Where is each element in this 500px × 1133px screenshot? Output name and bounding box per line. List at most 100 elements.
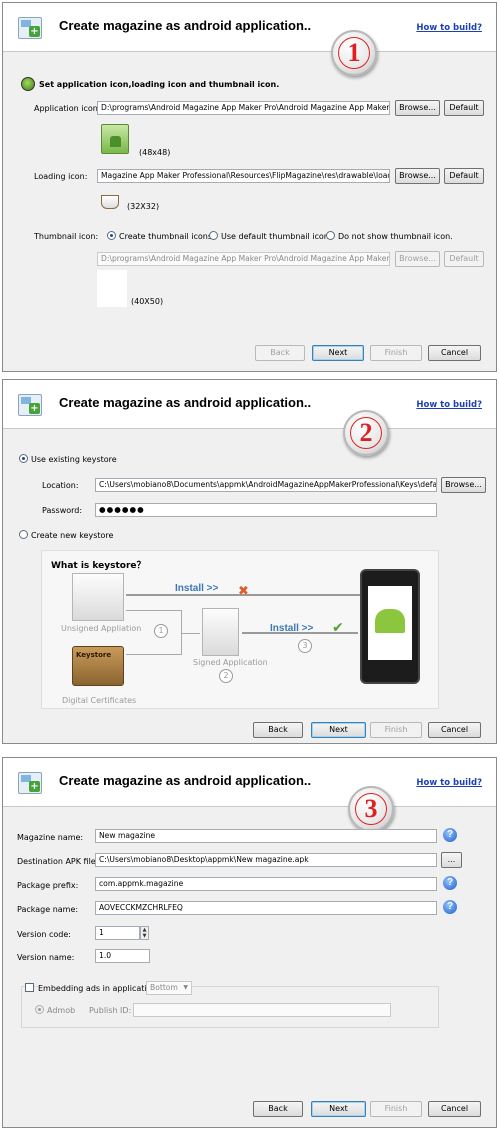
step-2-circle: 2 (219, 669, 233, 683)
location-label: Location: (42, 481, 79, 490)
finish-button[interactable]: Finish (370, 345, 422, 361)
thumbnail-preview (97, 270, 127, 307)
cancel-button[interactable]: Cancel (428, 1101, 481, 1117)
cancel-button[interactable]: Cancel (428, 345, 481, 361)
step-badge: 1 (331, 30, 377, 76)
default-button[interactable]: Default (444, 100, 484, 116)
app-wizard-icon: + (18, 17, 42, 39)
use-existing-keystore-radio[interactable] (19, 454, 28, 463)
thumbnail-icon-label: Thumbnail icon: (34, 232, 99, 241)
default-button[interactable]: Default (444, 251, 484, 267)
next-button[interactable]: Next (311, 1101, 366, 1117)
publish-id-field[interactable] (133, 1003, 391, 1017)
diagram-title: What is keystore？ (51, 561, 146, 571)
finish-button[interactable]: Finish (370, 722, 422, 738)
destination-apk-field[interactable]: C:\Users\mobiano8\Desktop\appmk\New maga… (95, 853, 437, 867)
back-button[interactable]: Back (253, 722, 303, 738)
back-button[interactable]: Back (255, 345, 305, 361)
application-icon-label: Application icon: (34, 104, 101, 113)
loading-icon-label: Loading icon: (34, 172, 88, 181)
browse-button[interactable]: Browse... (441, 477, 486, 493)
application-icon-preview (101, 124, 129, 154)
step-badge: 2 (343, 410, 389, 456)
publish-id-label: Publish ID: (89, 1006, 132, 1015)
location-field[interactable]: C:\Users\mobiano8\Documents\appmk\Androi… (95, 478, 437, 492)
step-3-circle: 3 (298, 639, 312, 653)
browse-button[interactable]: Browse... (395, 168, 440, 184)
android-phone-image (360, 569, 420, 684)
use-existing-keystore-label: Use existing keystore (31, 455, 117, 464)
keystore-label: Keystore (76, 651, 112, 659)
dialog-header: + Create magazine as android application… (3, 380, 496, 429)
dialog-title: Create magazine as android application.. (59, 773, 312, 788)
dialog-header: + Create magazine as android application… (3, 3, 496, 52)
package-name-label: Package name: (17, 905, 79, 914)
cancel-button[interactable]: Cancel (428, 722, 481, 738)
dialog-title: Create magazine as android application.. (59, 18, 312, 33)
how-to-build-link[interactable]: How to build? (416, 400, 482, 410)
create-new-keystore-radio[interactable] (19, 530, 28, 539)
step-1-circle: 1 (154, 624, 168, 638)
connector-line (182, 633, 200, 634)
unsigned-app-icon (72, 573, 124, 621)
default-thumbnail-radio[interactable] (209, 231, 218, 240)
default-thumbnail-label: Use default thumbnail icon. (221, 232, 332, 241)
ads-position-select[interactable]: Bottom ▼ (146, 981, 192, 995)
app-wizard-icon: + (18, 772, 42, 794)
chevron-down-icon: ▼ (183, 984, 188, 991)
back-button[interactable]: Back (253, 1101, 303, 1117)
digital-certificates-caption: Digital Certificates (62, 696, 137, 705)
browse-button[interactable]: Browse... (395, 100, 440, 116)
application-icon-path-field[interactable]: D:\programs\Android Magazine App Maker P… (97, 101, 390, 115)
step-badge: 3 (348, 786, 394, 832)
create-thumbnail-radio[interactable] (107, 231, 116, 240)
magazine-name-field[interactable]: New magazine (95, 829, 437, 843)
next-button[interactable]: Next (312, 345, 364, 361)
destination-apk-label: Destination APK file: (17, 857, 99, 866)
application-icon-size: (48x48) (139, 148, 171, 157)
dialog-title: Create magazine as android application.. (59, 395, 312, 410)
browse-ellipsis-button[interactable]: ... (441, 852, 462, 868)
no-thumbnail-label: Do not show thumbnail icon. (338, 232, 453, 241)
version-code-field[interactable]: 1 (95, 926, 140, 940)
version-code-label: Version code: (17, 930, 71, 939)
version-code-spinner[interactable]: ▲ ▼ (140, 926, 149, 940)
blocked-x-icon: ✖ (238, 584, 249, 599)
how-to-build-link[interactable]: How to build? (416, 778, 482, 788)
password-field[interactable]: ●●●●●● (95, 503, 437, 517)
android-robot-icon (21, 77, 35, 91)
how-to-build-link[interactable]: How to build? (416, 23, 482, 33)
loading-icon-path-field[interactable]: Magazine App Maker Professional\Resource… (97, 169, 390, 183)
package-prefix-label: Package prefix: (17, 881, 79, 890)
browse-button[interactable]: Browse... (395, 251, 440, 267)
package-prefix-field[interactable]: com.appmk.magazine (95, 877, 437, 891)
package-name-field[interactable]: AOVECCKMZCHRLFEQ (95, 901, 437, 915)
finish-button[interactable]: Finish (370, 1101, 422, 1117)
ads-position-value: Bottom (150, 983, 178, 992)
help-icon[interactable]: ? (443, 876, 457, 890)
password-label: Password: (42, 506, 83, 515)
help-icon[interactable]: ? (443, 900, 457, 914)
thumbnail-size: (40X50) (131, 297, 164, 306)
thumbnail-path-field[interactable]: D:\programs\Android Magazine App Maker P… (97, 252, 390, 266)
signed-app-caption: Signed Application (193, 658, 268, 667)
keystore-box-icon: Keystore (72, 646, 124, 686)
create-thumbnail-label: Create thumbnail icons. (119, 232, 215, 241)
embedding-ads-checkbox[interactable] (25, 983, 34, 992)
admob-radio[interactable] (35, 1005, 44, 1014)
no-thumbnail-radio[interactable] (326, 231, 335, 240)
install-label: Install >> (175, 583, 219, 594)
app-wizard-icon: + (18, 394, 42, 416)
version-name-label: Version name: (17, 953, 75, 962)
help-icon[interactable]: ? (443, 828, 457, 842)
next-button[interactable]: Next (311, 722, 366, 738)
coffee-cup-icon (101, 195, 119, 209)
loading-icon-size: (32X32) (127, 202, 160, 211)
dialog-step-3: + Create magazine as android application… (2, 757, 497, 1128)
create-new-keystore-label: Create new keystore (31, 531, 114, 540)
default-button[interactable]: Default (444, 168, 484, 184)
version-name-field[interactable]: 1.0 (95, 949, 150, 963)
keystore-diagram: What is keystore？ Unsigned Appliation In… (41, 550, 439, 709)
dialog-header: + Create magazine as android application… (3, 758, 496, 807)
magazine-name-label: Magazine name: (17, 833, 84, 842)
